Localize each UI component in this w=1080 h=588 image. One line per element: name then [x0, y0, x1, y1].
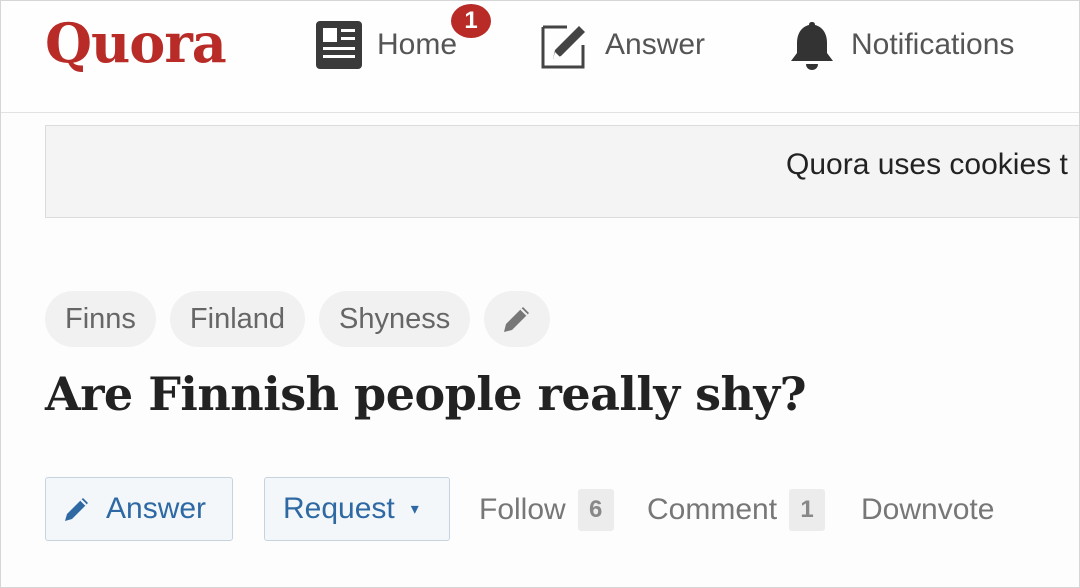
nav-answer[interactable]: Answer [539, 19, 705, 71]
top-navigation-bar: Quora Home 1 Answer Notifications [1, 1, 1079, 113]
bell-icon [787, 19, 837, 71]
edit-topics-button[interactable] [484, 291, 551, 347]
nav-answer-label: Answer [605, 28, 706, 61]
quora-logo[interactable]: Quora [45, 11, 227, 75]
news-feed-icon [315, 20, 363, 70]
request-button[interactable]: Request ▾ [264, 477, 450, 541]
chevron-down-icon: ▾ [410, 501, 419, 518]
follow-label: Follow [479, 493, 566, 526]
cookie-banner: Quora uses cookies t [45, 125, 1079, 218]
nav-notifications-label: Notifications [851, 28, 1015, 61]
question-title: Are Finnish people really shy? [45, 367, 807, 421]
topic-tag[interactable]: Finns [45, 291, 156, 347]
nav-home[interactable]: Home [315, 19, 457, 71]
downvote-label: Downvote [861, 493, 995, 526]
comment-count: 1 [789, 489, 826, 531]
topic-tag[interactable]: Shyness [319, 291, 471, 347]
pencil-icon [62, 494, 92, 524]
nav-notifications[interactable]: Notifications [787, 19, 1014, 71]
topic-list: Finns Finland Shyness [45, 291, 551, 347]
pencil-square-icon [539, 19, 591, 71]
answer-button[interactable]: Answer [45, 477, 233, 541]
comment-button[interactable]: Comment 1 [647, 489, 826, 531]
downvote-button[interactable]: Downvote [861, 489, 994, 531]
request-button-label: Request [283, 492, 395, 525]
topic-tag[interactable]: Finland [169, 291, 306, 347]
answer-button-label: Answer [106, 492, 207, 525]
follow-count: 6 [577, 489, 614, 531]
quora-page: Quora Home 1 Answer Notifications Quora … [0, 0, 1080, 588]
nav-home-label: Home [377, 28, 458, 61]
cookie-banner-text: Quora uses cookies t [786, 148, 1068, 181]
pencil-icon [501, 303, 533, 335]
home-notification-badge: 1 [449, 2, 493, 40]
comment-label: Comment [647, 493, 778, 526]
follow-button[interactable]: Follow 6 [479, 489, 614, 531]
